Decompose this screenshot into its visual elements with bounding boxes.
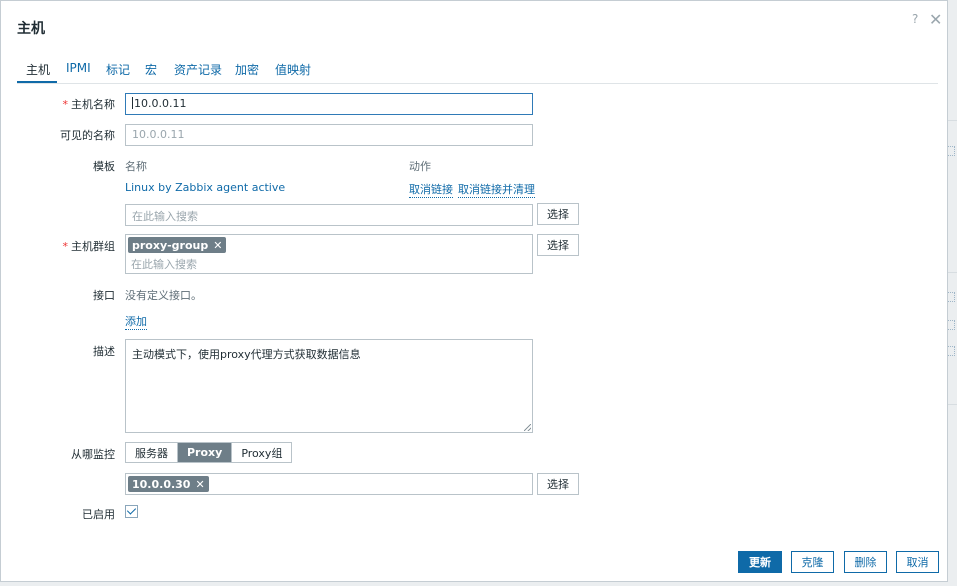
monitored-by-proxy[interactable]: Proxy (178, 443, 233, 462)
proxy-tag: 10.0.0.30 ✕ (128, 476, 209, 492)
text-caret (132, 97, 133, 109)
host-group-tag: proxy-group ✕ (128, 237, 227, 253)
enabled-checkbox[interactable] (125, 505, 138, 518)
host-group-tag-label: proxy-group (132, 238, 209, 252)
help-icon[interactable]: ? (912, 12, 918, 26)
linked-template-link[interactable]: Linux by Zabbix agent active (125, 181, 285, 194)
tab-macros[interactable]: 宏 (145, 61, 157, 78)
tab-encryption[interactable]: 加密 (235, 61, 259, 78)
host-group-select-button[interactable]: 选择 (537, 234, 579, 256)
unlink-and-clear-link[interactable]: 取消链接并清理 (458, 181, 535, 198)
remove-tag-icon[interactable]: ✕ (195, 478, 204, 491)
templates-name-header: 名称 (125, 160, 147, 173)
template-search-input[interactable]: 在此输入搜索 (125, 204, 533, 226)
cancel-button[interactable]: 取消 (896, 551, 939, 573)
tab-value-mapping[interactable]: 值映射 (275, 61, 311, 78)
tab-tags[interactable]: 标记 (106, 61, 130, 78)
templates-label: 模板 (93, 160, 115, 173)
proxy-select-button[interactable]: 选择 (537, 473, 579, 495)
clone-button[interactable]: 克隆 (791, 551, 834, 573)
add-interface-link[interactable]: 添加 (125, 313, 147, 330)
tab-bar: 主机 IPMI 标记 宏 资产记录 加密 值映射 (17, 57, 938, 84)
interfaces-label: 接口 (93, 289, 115, 302)
monitored-by-toggle: 服务器 Proxy Proxy组 (125, 442, 293, 463)
dialog-title: 主机 (17, 21, 45, 37)
background-marker (947, 346, 955, 356)
background-marker (947, 292, 955, 302)
tab-host[interactable]: 主机 (26, 61, 50, 78)
monitored-by-server[interactable]: 服务器 (126, 443, 178, 462)
host-name-label: * 主机名称 (62, 98, 116, 111)
templates-action-header: 动作 (409, 160, 431, 173)
update-button[interactable]: 更新 (738, 551, 782, 573)
host-dialog: 主机 ? ✕ 主机 IPMI 标记 宏 资产记录 加密 值映射 * 主机名称 10… (0, 0, 948, 582)
template-select-button[interactable]: 选择 (537, 203, 579, 225)
tab-inventory[interactable]: 资产记录 (174, 61, 222, 78)
tab-ipmi[interactable]: IPMI (66, 61, 91, 75)
visible-name-label: 可见的名称 (60, 129, 115, 142)
host-group-search-placeholder[interactable]: 在此输入搜索 (131, 256, 197, 272)
interfaces-empty-text: 没有定义接口。 (125, 289, 202, 302)
close-icon[interactable]: ✕ (929, 10, 942, 29)
proxy-tag-label: 10.0.0.30 (132, 477, 191, 491)
background-marker (947, 320, 955, 330)
visible-name-input[interactable]: 10.0.0.11 (125, 124, 533, 146)
description-label: 描述 (93, 345, 115, 358)
remove-tag-icon[interactable]: ✕ (213, 239, 222, 252)
check-icon (126, 505, 137, 515)
description-text: 主动模式下，使用proxy代理方式获取数据信息 (132, 348, 361, 361)
monitored-by-proxy-group[interactable]: Proxy组 (232, 443, 291, 462)
monitored-by-label: 从哪监控 (71, 448, 115, 461)
unlink-link[interactable]: 取消链接 (409, 181, 453, 198)
description-textarea[interactable]: 主动模式下，使用proxy代理方式获取数据信息 (125, 339, 533, 433)
delete-button[interactable]: 删除 (844, 551, 887, 573)
resize-handle-icon[interactable] (524, 424, 531, 431)
background-marker (947, 146, 955, 156)
host-name-input[interactable]: 10.0.0.11 (125, 93, 533, 115)
host-groups-label: * 主机群组 (62, 240, 116, 253)
active-tab-indicator (17, 81, 57, 83)
enabled-label: 已启用 (82, 508, 115, 521)
